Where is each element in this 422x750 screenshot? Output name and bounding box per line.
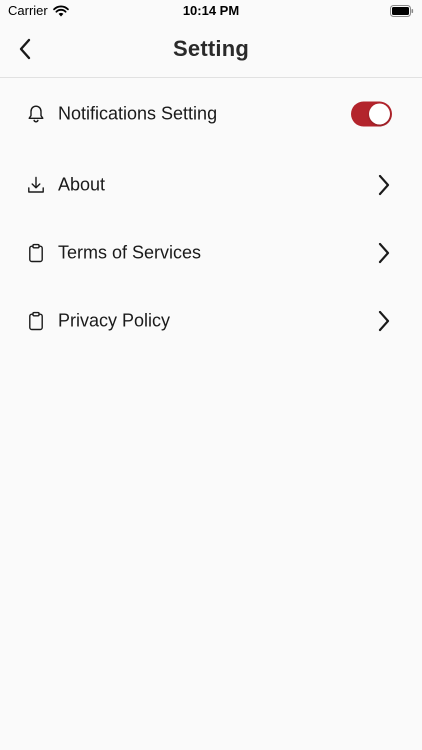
navigation-bar: Setting [0, 22, 422, 78]
chevron-right-icon [376, 242, 392, 264]
chevron-right-icon [376, 310, 392, 332]
terms-of-services-label: Terms of Services [58, 242, 202, 263]
about-label: About [58, 174, 106, 195]
notifications-setting-row: Notifications Setting [0, 86, 422, 142]
toggle-knob [369, 103, 390, 125]
privacy-policy-row[interactable]: Privacy Policy [0, 293, 422, 349]
chevron-right-icon [376, 174, 392, 196]
privacy-policy-label: Privacy Policy [58, 310, 171, 331]
status-time: 10:14 PM [182, 3, 240, 18]
battery-icon [390, 5, 414, 17]
about-row[interactable]: About [0, 157, 422, 213]
clipboard-icon [25, 242, 47, 264]
notifications-setting-label: Notifications Setting [58, 103, 218, 124]
bell-icon [25, 103, 47, 125]
status-bar: Carrier 10:14 PM [0, 0, 422, 22]
notifications-toggle[interactable] [351, 101, 392, 127]
clipboard-icon [25, 310, 47, 332]
page-title: Setting [173, 36, 249, 61]
terms-of-services-row[interactable]: Terms of Services [0, 225, 422, 281]
download-icon [25, 174, 47, 196]
settings-screen: Carrier 10:14 PM Setting Notifications S… [0, 0, 422, 750]
